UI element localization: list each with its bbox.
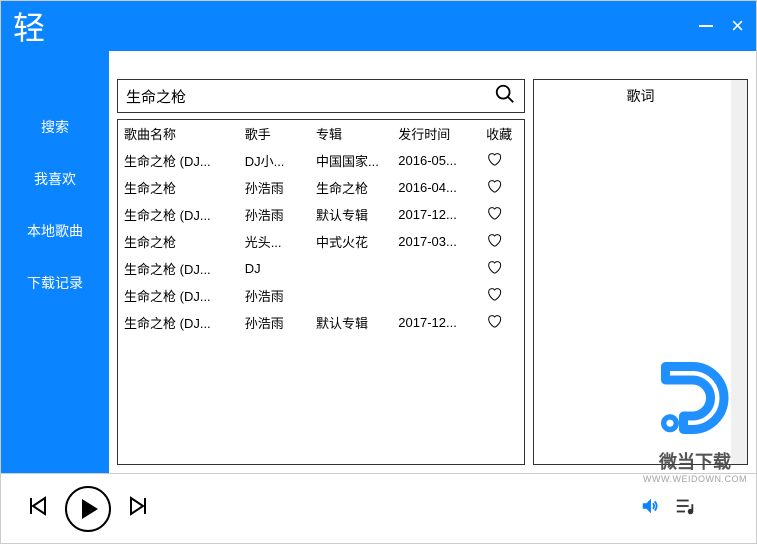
- play-icon: [82, 499, 98, 519]
- table-row[interactable]: 生命之枪 (DJ...孙浩雨默认专辑2017-12...: [118, 309, 524, 336]
- player-bar: [1, 473, 756, 543]
- cell-album: 默认专辑: [310, 309, 392, 336]
- search-icon[interactable]: [494, 83, 516, 110]
- prev-button[interactable]: [25, 494, 49, 523]
- heart-icon[interactable]: [486, 182, 502, 197]
- cell-date: [392, 282, 480, 309]
- table-row[interactable]: 生命之枪 (DJ...孙浩雨默认专辑2017-12...: [118, 201, 524, 228]
- sidebar: 搜索 我喜欢 本地歌曲 下载记录: [1, 51, 109, 473]
- table-row[interactable]: 生命之枪 (DJ...孙浩雨: [118, 282, 524, 309]
- cell-album: [310, 282, 392, 309]
- cell-album: 中式火花: [310, 228, 392, 255]
- table-row[interactable]: 生命之枪光头...中式火花2017-03...: [118, 228, 524, 255]
- cell-name: 生命之枪 (DJ...: [118, 282, 239, 309]
- play-button[interactable]: [65, 486, 111, 532]
- cell-artist: 孙浩雨: [239, 174, 310, 201]
- table-row[interactable]: 生命之枪 (DJ...DJ: [118, 255, 524, 282]
- cell-date: 2016-04...: [392, 174, 480, 201]
- sidebar-item-local[interactable]: 本地歌曲: [1, 205, 109, 257]
- lyrics-title: 歌词: [534, 80, 747, 112]
- cell-artist: 孙浩雨: [239, 201, 310, 228]
- sidebar-item-downloads[interactable]: 下载记录: [1, 257, 109, 309]
- col-album: 专辑: [310, 120, 392, 147]
- cell-album: 生命之枪: [310, 174, 392, 201]
- titlebar: 轻 ×: [1, 1, 756, 51]
- lyrics-scrollbar[interactable]: [731, 80, 747, 464]
- results-table: 歌曲名称 歌手 专辑 发行时间 收藏 生命之枪 (DJ...DJ小...中国国家…: [117, 119, 525, 465]
- next-button[interactable]: [127, 494, 151, 523]
- cell-date: 2017-12...: [392, 309, 480, 336]
- cell-album: 默认专辑: [310, 201, 392, 228]
- cell-date: 2017-03...: [392, 228, 480, 255]
- heart-icon[interactable]: [486, 155, 502, 170]
- cell-date: [392, 255, 480, 282]
- heart-icon[interactable]: [486, 236, 502, 251]
- heart-icon[interactable]: [486, 290, 502, 305]
- close-button[interactable]: ×: [731, 13, 744, 39]
- cell-artist: DJ小...: [239, 147, 310, 174]
- sidebar-item-search[interactable]: 搜索: [1, 101, 109, 153]
- col-name: 歌曲名称: [118, 120, 239, 147]
- table-row[interactable]: 生命之枪孙浩雨生命之枪2016-04...: [118, 174, 524, 201]
- volume-icon[interactable]: [640, 495, 662, 522]
- search-box: [117, 79, 525, 113]
- heart-icon[interactable]: [486, 209, 502, 224]
- cell-album: 中国国家...: [310, 147, 392, 174]
- cell-date: 2017-12...: [392, 201, 480, 228]
- cell-artist: DJ: [239, 255, 310, 282]
- col-artist: 歌手: [239, 120, 310, 147]
- table-row[interactable]: 生命之枪 (DJ...DJ小...中国国家...2016-05...: [118, 147, 524, 174]
- cell-date: 2016-05...: [392, 147, 480, 174]
- cell-artist: 孙浩雨: [239, 309, 310, 336]
- playlist-icon[interactable]: [674, 495, 696, 522]
- cell-artist: 光头...: [239, 228, 310, 255]
- sidebar-item-favorites[interactable]: 我喜欢: [1, 153, 109, 205]
- cell-name: 生命之枪 (DJ...: [118, 309, 239, 336]
- cell-name: 生命之枪 (DJ...: [118, 255, 239, 282]
- app-logo: 轻: [13, 3, 45, 49]
- search-input[interactable]: [126, 88, 494, 105]
- col-fav: 收藏: [480, 120, 524, 147]
- cell-album: [310, 255, 392, 282]
- table-header-row: 歌曲名称 歌手 专辑 发行时间 收藏: [118, 120, 524, 147]
- heart-icon[interactable]: [486, 263, 502, 278]
- cell-name: 生命之枪 (DJ...: [118, 147, 239, 174]
- heart-icon[interactable]: [486, 317, 502, 332]
- cell-name: 生命之枪: [118, 228, 239, 255]
- cell-artist: 孙浩雨: [239, 282, 310, 309]
- cell-name: 生命之枪 (DJ...: [118, 201, 239, 228]
- minimize-button[interactable]: [699, 25, 713, 27]
- lyrics-panel: 歌词: [533, 79, 748, 465]
- cell-name: 生命之枪: [118, 174, 239, 201]
- col-date: 发行时间: [392, 120, 480, 147]
